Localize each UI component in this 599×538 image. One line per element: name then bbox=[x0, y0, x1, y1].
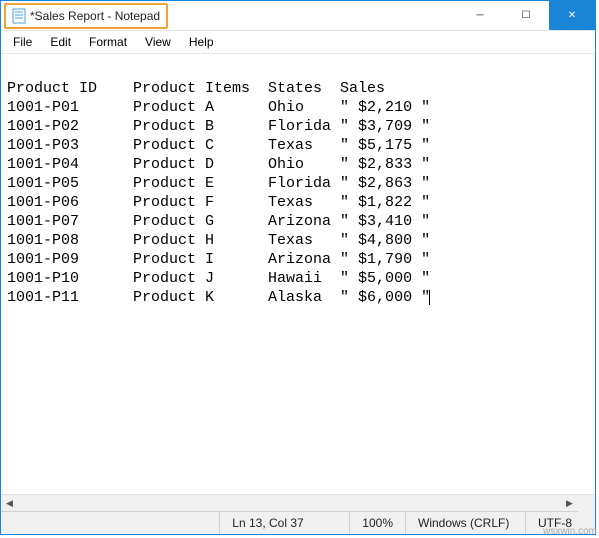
menu-help[interactable]: Help bbox=[181, 33, 222, 51]
title-highlight-box: *Sales Report - Notepad bbox=[4, 3, 168, 29]
scroll-left-arrow-icon[interactable]: ◀ bbox=[1, 495, 18, 512]
horizontal-scrollbar[interactable]: ◀ ▶ bbox=[1, 494, 595, 511]
text-editor[interactable]: Product ID Product Items States Sales 10… bbox=[1, 54, 595, 494]
scroll-track[interactable] bbox=[18, 495, 561, 512]
watermark: wsxwin.com bbox=[543, 526, 597, 537]
statusbar: Ln 13, Col 37 100% Windows (CRLF) UTF-8 bbox=[1, 511, 595, 534]
close-button[interactable]: ✕ bbox=[549, 1, 595, 30]
window-controls: ─ ☐ ✕ bbox=[457, 1, 595, 30]
scroll-right-arrow-icon[interactable]: ▶ bbox=[561, 495, 578, 512]
notepad-icon bbox=[12, 8, 26, 24]
menu-file[interactable]: File bbox=[5, 33, 40, 51]
titlebar: *Sales Report - Notepad ─ ☐ ✕ bbox=[1, 1, 595, 31]
status-lineending: Windows (CRLF) bbox=[405, 512, 525, 534]
content-area: Product ID Product Items States Sales 10… bbox=[1, 54, 595, 511]
notepad-window: *Sales Report - Notepad ─ ☐ ✕ File Edit … bbox=[0, 0, 596, 535]
text-caret bbox=[429, 290, 430, 305]
menu-edit[interactable]: Edit bbox=[42, 33, 79, 51]
menubar: File Edit Format View Help bbox=[1, 31, 595, 54]
window-title: *Sales Report - Notepad bbox=[30, 9, 160, 23]
status-position: Ln 13, Col 37 bbox=[219, 512, 349, 534]
titlebar-left: *Sales Report - Notepad bbox=[1, 1, 457, 30]
status-zoom: 100% bbox=[349, 512, 405, 534]
scroll-corner bbox=[578, 495, 595, 512]
menu-view[interactable]: View bbox=[137, 33, 179, 51]
minimize-button[interactable]: ─ bbox=[457, 1, 503, 30]
menu-format[interactable]: Format bbox=[81, 33, 135, 51]
maximize-button[interactable]: ☐ bbox=[503, 1, 549, 30]
